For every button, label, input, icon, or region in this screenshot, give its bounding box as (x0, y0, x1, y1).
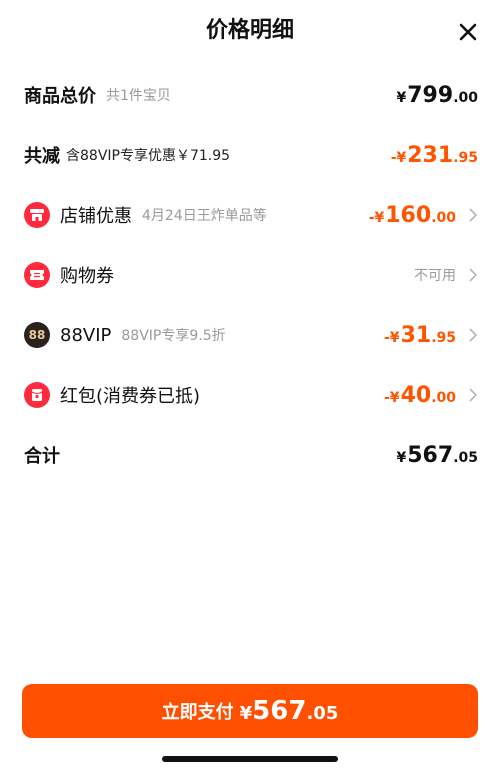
close-icon[interactable] (458, 22, 478, 42)
row-store-discount[interactable]: 店铺优惠 4月24日王炸单品等 -¥ 160.00 (24, 195, 478, 235)
reduction-note: 含88VIP专享优惠￥71.95 (66, 148, 231, 164)
row-red-packet[interactable]: 红包(消费券已抵) -¥ 40.00 (24, 375, 478, 415)
store-discount-label: 店铺优惠 (60, 206, 132, 227)
goods-total-price: ¥799.00 (396, 82, 479, 108)
pay-now-button[interactable]: 立即支付 ¥567.05 (22, 684, 478, 738)
vip-label: 88VIP (60, 324, 112, 346)
coupon-icon (24, 262, 50, 288)
home-indicator (162, 756, 338, 762)
store-icon (24, 202, 50, 228)
red-packet-label: 红包(消费券已抵) (60, 386, 201, 407)
row-sum: 合计 ¥567.05 (24, 435, 478, 475)
pay-now-amount: ¥567.05 (239, 696, 339, 726)
vip-88-icon: 88 (24, 322, 50, 348)
store-discount-amount: -¥ 160.00 (368, 202, 456, 228)
chevron-right-icon (469, 388, 478, 402)
goods-total-label: 商品总价 (24, 86, 96, 107)
red-packet-amount: -¥ 40.00 (384, 382, 456, 408)
red-packet-icon (24, 382, 50, 408)
coupon-label: 购物券 (60, 266, 114, 287)
chevron-right-icon (469, 328, 478, 342)
header: 价格明细 (0, 0, 500, 56)
sum-label: 合计 (24, 446, 60, 467)
row-88vip[interactable]: 88 88VIP 88VIP专享9.5折 -¥ 31.95 (24, 315, 478, 355)
sum-amount: ¥567.05 (396, 442, 479, 468)
goods-count: 共1件宝贝 (106, 88, 171, 104)
page-title: 价格明细 (205, 18, 294, 43)
reduction-amount: -¥ 231.95 (390, 142, 478, 168)
chevron-right-icon (469, 208, 478, 222)
chevron-right-icon (469, 268, 478, 282)
row-goods-total: 商品总价 共1件宝贝 ¥799.00 (24, 75, 478, 115)
store-discount-note: 4月24日王炸单品等 (142, 208, 267, 224)
reduction-label: 共减 (24, 146, 60, 167)
row-total-reduction: 共减 含88VIP专享优惠￥71.95 -¥ 231.95 (24, 135, 478, 175)
vip-note: 88VIP专享9.5折 (121, 328, 226, 344)
coupon-status: 不可用 (414, 268, 456, 284)
vip-discount-amount: -¥ 31.95 (384, 322, 456, 348)
row-shopping-coupon[interactable]: 购物券 不可用 (24, 255, 478, 295)
pay-now-label: 立即支付 (161, 702, 234, 723)
price-detail-sheet: 价格明细 商品总价 共1件宝贝 ¥799.00 共减 含88VIP专享优惠￥71… (0, 0, 500, 769)
